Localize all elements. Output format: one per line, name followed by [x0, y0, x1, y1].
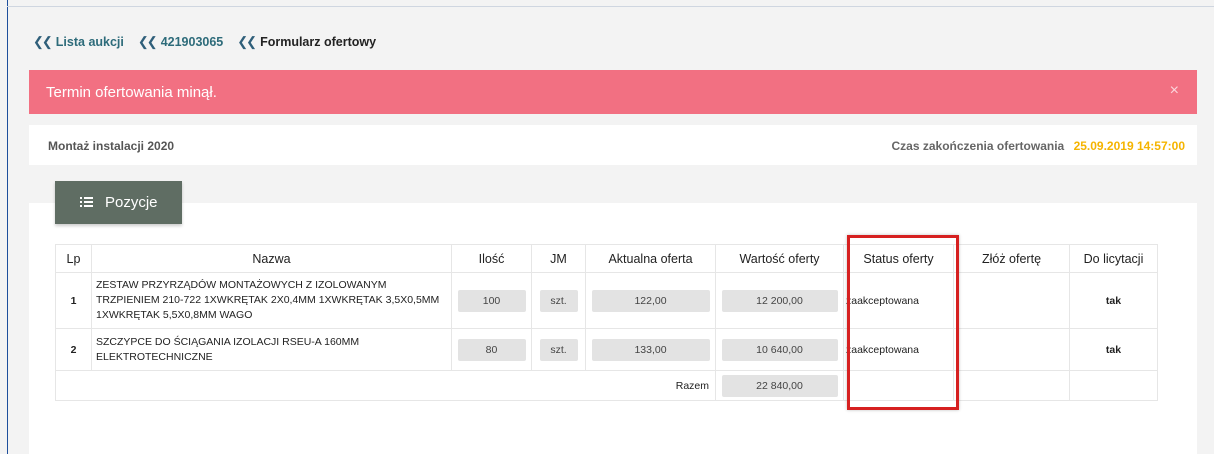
- breadcrumb-item-auction-list[interactable]: ❮❮ Lista aukcji: [33, 34, 124, 50]
- row-unit: szt.: [539, 338, 578, 361]
- breadcrumb-item-auction-id[interactable]: ❮❮ 421903065: [138, 34, 223, 50]
- row-offer-value: 10 640,00: [721, 338, 838, 361]
- column-header-name: Nazwa: [91, 244, 452, 273]
- total-label: Razem: [55, 370, 716, 401]
- breadcrumb-current-offer-form: Formularz ofertowy: [260, 35, 377, 49]
- close-icon[interactable]: ×: [1170, 82, 1179, 100]
- breadcrumb-item-offer-form: ❮❮ Formularz ofertowy: [237, 34, 376, 50]
- row-name: ZESTAW PRZYRZĄDÓW MONTAŻOWYCH Z IZOLOWAN…: [91, 272, 452, 329]
- window-top-border: [7, 6, 1214, 7]
- deadline-label: Czas zakończenia ofertowania: [891, 139, 1065, 153]
- table-total-row: Razem 22 840,00: [55, 370, 1158, 401]
- expired-alert: Termin ofertowania minął. ×: [29, 70, 1197, 114]
- row-offer-value: 12 200,00: [721, 289, 838, 312]
- row-offer-status: zaakceptowana: [843, 328, 954, 371]
- row-qty: 80: [457, 338, 526, 361]
- breadcrumb-link-auction-list[interactable]: Lista aukcji: [56, 35, 124, 49]
- column-header-current-offer: Aktualna oferta: [585, 244, 716, 273]
- column-header-offer-status: Status oferty: [843, 244, 954, 273]
- row-for-bidding: tak: [1069, 272, 1158, 329]
- row-qty: 100: [457, 289, 526, 312]
- column-header-submit-offer: Złóż ofertę: [953, 244, 1070, 273]
- positions-tab-label: Pozycje: [105, 194, 158, 211]
- column-header-offer-value: Wartość oferty: [715, 244, 844, 273]
- double-chevron-left-icon: ❮❮: [237, 34, 257, 49]
- row-offer-status: zaakceptowana: [843, 272, 954, 329]
- total-value: 22 840,00: [721, 374, 838, 397]
- row-current-offer: 122,00: [591, 289, 710, 312]
- table-row: 2 SZCZYPCE DO ŚCIĄGANIA IZOLACJI RSEU-A …: [55, 328, 1158, 371]
- list-icon: [80, 197, 93, 208]
- double-chevron-left-icon: ❮❮: [33, 34, 53, 49]
- deadline-info: Czas zakończenia ofertowania 25.09.2019 …: [892, 139, 1186, 153]
- column-header-unit: JM: [531, 244, 586, 273]
- row-lp: 1: [55, 272, 92, 329]
- row-submit-offer: [953, 328, 1070, 371]
- auction-info-bar: Montaż instalacji 2020 Czas zakończenia …: [29, 125, 1197, 165]
- alert-message: Termin ofertowania minął.: [46, 84, 217, 101]
- column-header-for-bidding: Do licytacji: [1069, 244, 1158, 273]
- row-name: SZCZYPCE DO ŚCIĄGANIA IZOLACJI RSEU-A 16…: [91, 328, 452, 371]
- column-header-lp: Lp: [55, 244, 92, 273]
- breadcrumb: ❮❮ Lista aukcji ❮❮ 421903065 ❮❮ Formular…: [33, 34, 390, 50]
- table-row: 1 ZESTAW PRZYRZĄDÓW MONTAŻOWYCH Z IZOLOW…: [55, 272, 1158, 329]
- row-for-bidding: tak: [1069, 328, 1158, 371]
- row-lp: 2: [55, 328, 92, 371]
- positions-tab-button[interactable]: Pozycje: [55, 181, 182, 224]
- table-header-row: Lp Nazwa Ilość JM Aktualna oferta Wartoś…: [55, 244, 1158, 273]
- column-header-qty: Ilość: [451, 244, 532, 273]
- positions-table: Lp Nazwa Ilość JM Aktualna oferta Wartoś…: [55, 244, 1158, 401]
- auction-name: Montaż instalacji 2020: [48, 139, 175, 153]
- row-current-offer: 133,00: [591, 338, 710, 361]
- breadcrumb-link-auction-id[interactable]: 421903065: [161, 35, 224, 49]
- row-submit-offer: [953, 272, 1070, 329]
- double-chevron-left-icon: ❮❮: [137, 34, 158, 49]
- row-unit: szt.: [539, 289, 578, 312]
- deadline-value: 25.09.2019 14:57:00: [1073, 139, 1185, 153]
- window-left-border: [7, 0, 8, 454]
